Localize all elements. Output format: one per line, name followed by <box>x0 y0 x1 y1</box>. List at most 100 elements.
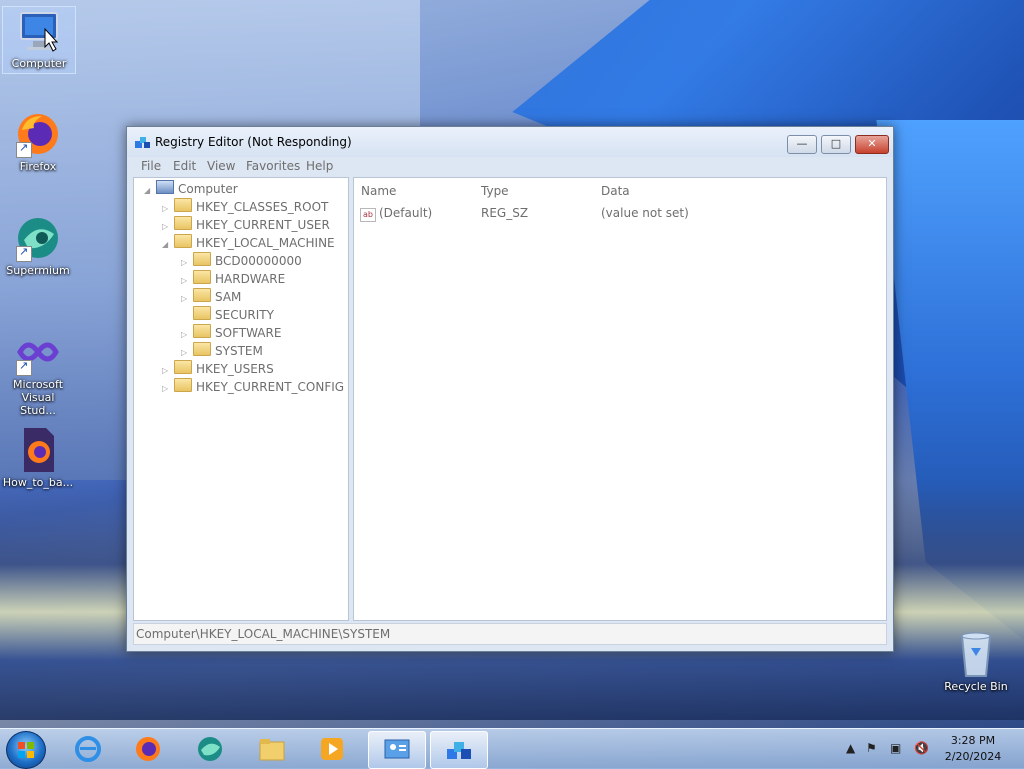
tree-item-sam[interactable]: ▷ SAM <box>181 288 241 304</box>
folder-icon <box>193 252 211 266</box>
folder-icon <box>193 306 211 320</box>
taskbar-supermium[interactable] <box>182 731 238 767</box>
value-type: REG_SZ <box>481 206 529 220</box>
desktop-icon-label: Firefox <box>19 160 57 173</box>
tree-item-bcd[interactable]: ▷ BCD00000000 <box>181 252 302 268</box>
expand-arrow-icon[interactable]: ▷ <box>162 366 172 375</box>
desktop-icon-label: Microsoft Visual Stud... <box>12 378 64 417</box>
desktop-icon-firefox[interactable]: Firefox <box>2 110 74 173</box>
column-header-type[interactable]: Type <box>481 184 509 198</box>
control-panel-icon <box>383 737 411 763</box>
registry-editor-icon <box>135 135 151 149</box>
close-button[interactable]: ✕ <box>855 135 889 154</box>
desktop-icon-how-to[interactable]: How_to_ba... <box>2 426 74 489</box>
taskbar-internet-explorer[interactable] <box>60 731 116 767</box>
values-list[interactable]: Name Type Data ab (Default) REG_SZ (value… <box>353 177 887 621</box>
start-button[interactable] <box>6 731 46 769</box>
minimize-button[interactable]: — <box>787 135 817 154</box>
registry-tree[interactable]: ◢ Computer ▷ HKEY_CLASSES_ROOT ▷ HKEY_CURRE… <box>133 177 349 621</box>
desktop-icon-computer[interactable]: Computer <box>2 6 76 74</box>
folder-icon <box>193 288 211 302</box>
value-data: (value not set) <box>601 206 689 220</box>
status-bar: Computer\HKEY_LOCAL_MACHINE\SYSTEM <box>133 623 887 645</box>
desktop-icon-label: Computer <box>11 57 67 70</box>
desktop-icon-visual-studio[interactable]: Microsoft Visual Stud... <box>2 328 74 417</box>
clock-time: 3:28 PM <box>950 734 996 747</box>
value-name: (Default) <box>379 206 433 220</box>
recycle-bin-icon <box>956 630 996 678</box>
desktop-icon-label: Supermium <box>6 264 70 277</box>
registry-editor-window[interactable]: Registry Editor (Not Responding) — □ ✕ F… <box>126 126 894 652</box>
maximize-button[interactable]: □ <box>821 135 851 154</box>
firefox-icon <box>134 736 162 762</box>
taskbar-firefox[interactable] <box>120 731 176 767</box>
volume-muted-icon[interactable]: 🔇 <box>914 741 929 755</box>
computer-icon <box>15 7 63 55</box>
column-header-data[interactable]: Data <box>601 184 630 198</box>
taskbar-control-panel[interactable] <box>368 731 426 769</box>
tree-item-computer[interactable]: ◢ Computer <box>144 180 238 196</box>
shortcut-arrow-icon <box>16 245 32 262</box>
tree-item-system[interactable]: ▷ SYSTEM <box>181 342 263 358</box>
clock-date: 2/20/2024 <box>944 750 1002 763</box>
taskbar: ▲ ⚑ ▣ 🔇 3:28 PM 2/20/2024 <box>0 728 1024 769</box>
folder-icon <box>193 324 211 338</box>
desktop-icon-supermium[interactable]: Supermium <box>2 214 74 277</box>
shortcut-arrow-icon <box>16 359 32 376</box>
expand-arrow-icon[interactable]: ▷ <box>181 258 191 267</box>
tree-item-security[interactable]: SECURITY <box>181 306 274 322</box>
window-title: Registry Editor (Not Responding) <box>155 135 352 149</box>
taskbar-clock[interactable]: 3:28 PM 2/20/2024 <box>940 733 1006 765</box>
expand-arrow-icon[interactable]: ▷ <box>181 294 191 303</box>
show-hidden-icons-button[interactable]: ▲ <box>846 741 855 755</box>
collapse-arrow-icon[interactable]: ◢ <box>144 186 154 195</box>
folder-icon <box>174 216 192 230</box>
menu-help[interactable]: Help <box>306 159 333 173</box>
tree-item-hkcr[interactable]: ▷ HKEY_CLASSES_ROOT <box>162 198 328 214</box>
status-path: Computer\HKEY_LOCAL_MACHINE\SYSTEM <box>136 627 391 641</box>
desktop-icon-label: Recycle Bin <box>944 680 1008 693</box>
menu-file[interactable]: File <box>141 159 161 173</box>
taskbar-registry-editor[interactable] <box>430 731 488 769</box>
folder-icon <box>193 270 211 284</box>
registry-editor-icon <box>445 737 473 763</box>
menu-favorites[interactable]: Favorites <box>246 159 300 173</box>
column-header-name[interactable]: Name <box>361 184 396 198</box>
menu-view[interactable]: View <box>207 159 235 173</box>
title-bar[interactable]: Registry Editor (Not Responding) — □ ✕ <box>127 127 893 157</box>
taskbar-file-explorer[interactable] <box>244 731 300 767</box>
action-center-flag-icon[interactable]: ⚑ <box>866 741 877 755</box>
expand-arrow-icon[interactable]: ▷ <box>181 330 191 339</box>
shortcut-arrow-icon <box>16 141 32 158</box>
tree-item-hku[interactable]: ▷ HKEY_USERS <box>162 360 274 376</box>
media-player-icon <box>318 736 346 762</box>
expand-arrow-icon[interactable]: ▷ <box>162 204 172 213</box>
expand-arrow-icon[interactable]: ▷ <box>181 276 191 285</box>
folder-icon <box>174 198 192 212</box>
tree-item-hkcc[interactable]: ▷ HKEY_CURRENT_CONFIG <box>162 378 344 394</box>
supermium-icon <box>14 214 62 262</box>
firefox-icon <box>14 110 62 158</box>
expand-arrow-icon[interactable]: ▷ <box>162 384 172 393</box>
desktop-icon-recycle-bin[interactable]: Recycle Bin <box>938 630 1014 693</box>
tree-item-hklm[interactable]: ◢ HKEY_LOCAL_MACHINE <box>162 234 335 250</box>
folder-icon <box>174 378 192 392</box>
supermium-icon <box>196 736 224 762</box>
folder-icon <box>174 234 192 248</box>
menu-bar: File Edit View Favorites Help <box>133 157 887 177</box>
taskbar-media-player[interactable] <box>304 731 360 767</box>
folder-icon <box>174 360 192 374</box>
expand-arrow-icon[interactable]: ▷ <box>162 222 172 231</box>
visual-studio-icon <box>14 328 62 376</box>
folder-icon <box>193 342 211 356</box>
tree-item-hkcu[interactable]: ▷ HKEY_CURRENT_USER <box>162 216 330 232</box>
menu-edit[interactable]: Edit <box>173 159 196 173</box>
expand-arrow-icon[interactable]: ▷ <box>181 348 191 357</box>
computer-icon <box>156 180 174 194</box>
tree-item-hardware[interactable]: ▷ HARDWARE <box>181 270 285 286</box>
tree-item-software[interactable]: ▷ SOFTWARE <box>181 324 281 340</box>
collapse-arrow-icon[interactable]: ◢ <box>162 240 172 249</box>
network-icon[interactable]: ▣ <box>890 741 901 755</box>
folder-icon <box>258 736 286 762</box>
string-value-icon: ab <box>360 208 376 222</box>
